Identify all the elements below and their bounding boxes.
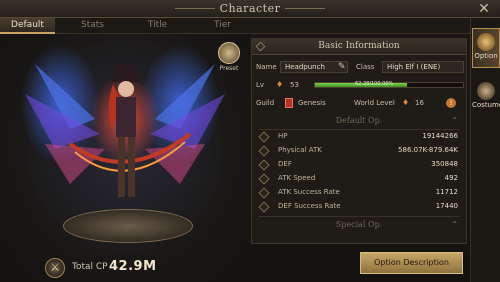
side-option-label: Option xyxy=(474,52,498,60)
atk-success-icon xyxy=(258,187,270,199)
def-success-icon xyxy=(258,201,270,213)
option-description-button[interactable]: Option Description xyxy=(360,252,463,274)
stat-row: DEF Success Rate 17440 xyxy=(252,200,466,214)
stat-value: 492 xyxy=(444,174,458,182)
default-op-header[interactable]: Default Op. ⌃ xyxy=(252,115,466,129)
preset-button[interactable]: Preset xyxy=(215,42,243,74)
stat-name: HP xyxy=(278,132,288,140)
preset-label: Preset xyxy=(219,65,239,72)
stat-name: DEF Success Rate xyxy=(278,202,341,210)
lv-value: 53 xyxy=(290,81,299,89)
class-value: High Elf I (ENE) xyxy=(382,61,464,73)
stat-name: ATK Success Rate xyxy=(278,188,340,196)
pedestal xyxy=(63,209,193,243)
physical-atk-icon xyxy=(258,145,270,157)
divider xyxy=(258,216,460,217)
xp-percent: 62.28/100.00% xyxy=(355,81,394,87)
stat-name: Physical ATK xyxy=(278,146,322,154)
stat-value: 17440 xyxy=(435,202,458,210)
tab-bar: Default Stats Title Tier xyxy=(0,18,470,34)
side-costume-label: Costume xyxy=(472,101,500,109)
guild-emblem-icon xyxy=(285,98,293,108)
crossed-swords-icon: ⚔ xyxy=(45,258,65,278)
shield-icon xyxy=(477,33,495,51)
info-icon[interactable]: ! xyxy=(446,98,456,108)
combat-power-bar: ⚔ Total CP 42.9M xyxy=(45,258,235,278)
stat-row: ATK Speed 492 xyxy=(252,172,466,186)
character-window: Character ✕ Default Stats Title Tier Pre… xyxy=(0,0,500,282)
lv-label: Lv xyxy=(256,81,265,89)
stat-value: 11712 xyxy=(435,188,458,196)
tab-title[interactable]: Title xyxy=(130,18,185,34)
default-op-title: Default Op. xyxy=(335,116,383,125)
costume-icon xyxy=(477,82,495,100)
cp-value: 42.9M xyxy=(109,259,157,274)
tab-stats[interactable]: Stats xyxy=(65,18,120,34)
guild-row: Guild Genesis World Level ♦ 16 ! xyxy=(252,95,466,113)
stat-row: ATK Success Rate 11712 xyxy=(252,186,466,200)
side-costume-button[interactable]: Costume xyxy=(472,78,500,118)
side-menu: Option Costume xyxy=(470,18,500,282)
def-icon xyxy=(258,159,270,171)
cp-label: Total CP xyxy=(72,262,108,272)
stat-name: ATK Speed xyxy=(278,174,316,182)
info-panel: Basic Information Name Headpunch ✎ Class… xyxy=(251,38,467,244)
preset-icon xyxy=(218,42,240,64)
world-level-label: World Level xyxy=(354,99,395,107)
stat-value: 586.07K-879.64K xyxy=(398,146,458,154)
character-model xyxy=(25,64,225,197)
stat-row: HP 19144266 xyxy=(252,130,466,144)
basic-info-title: Basic Information xyxy=(318,41,400,51)
stat-value: 350848 xyxy=(431,160,458,168)
stat-row: Physical ATK 586.07K-879.64K xyxy=(252,144,466,158)
class-label: Class xyxy=(356,63,375,71)
stat-name: DEF xyxy=(278,160,292,168)
guild-value: Genesis xyxy=(298,99,326,107)
world-level-value: 16 xyxy=(415,99,424,107)
atk-speed-icon xyxy=(258,173,270,185)
character-preview[interactable] xyxy=(0,34,250,282)
collapse-icon: ⌃ xyxy=(451,116,458,125)
edit-pencil-icon[interactable]: ✎ xyxy=(338,62,346,72)
tab-default[interactable]: Default xyxy=(0,18,55,34)
guild-label: Guild xyxy=(256,99,275,107)
title-bar: Character ✕ xyxy=(0,0,500,18)
basic-info-header: Basic Information xyxy=(252,39,466,55)
level-row: Lv ♦ 53 62.28/100.00% xyxy=(252,77,466,95)
special-op-title: Special Op. xyxy=(335,220,383,229)
special-op-header[interactable]: Special Op. ⌃ xyxy=(252,219,466,233)
title-ornament-right xyxy=(285,8,325,9)
stat-value: 19144266 xyxy=(422,132,458,140)
hp-icon xyxy=(258,131,270,143)
xp-progress-bar: 62.28/100.00% xyxy=(314,81,464,88)
window-title: Character xyxy=(219,2,281,15)
side-option-button[interactable]: Option xyxy=(472,28,500,68)
world-level-icon: ♦ xyxy=(402,98,410,107)
name-label: Name xyxy=(256,63,277,71)
name-row: Name Headpunch ✎ Class High Elf I (ENE) xyxy=(252,59,466,77)
collapse-icon: ⌃ xyxy=(451,220,458,229)
close-icon[interactable]: ✕ xyxy=(476,1,492,17)
tab-tier[interactable]: Tier xyxy=(195,18,250,34)
stat-row: DEF 350848 xyxy=(252,158,466,172)
level-emblem-icon: ♦ xyxy=(276,80,284,89)
